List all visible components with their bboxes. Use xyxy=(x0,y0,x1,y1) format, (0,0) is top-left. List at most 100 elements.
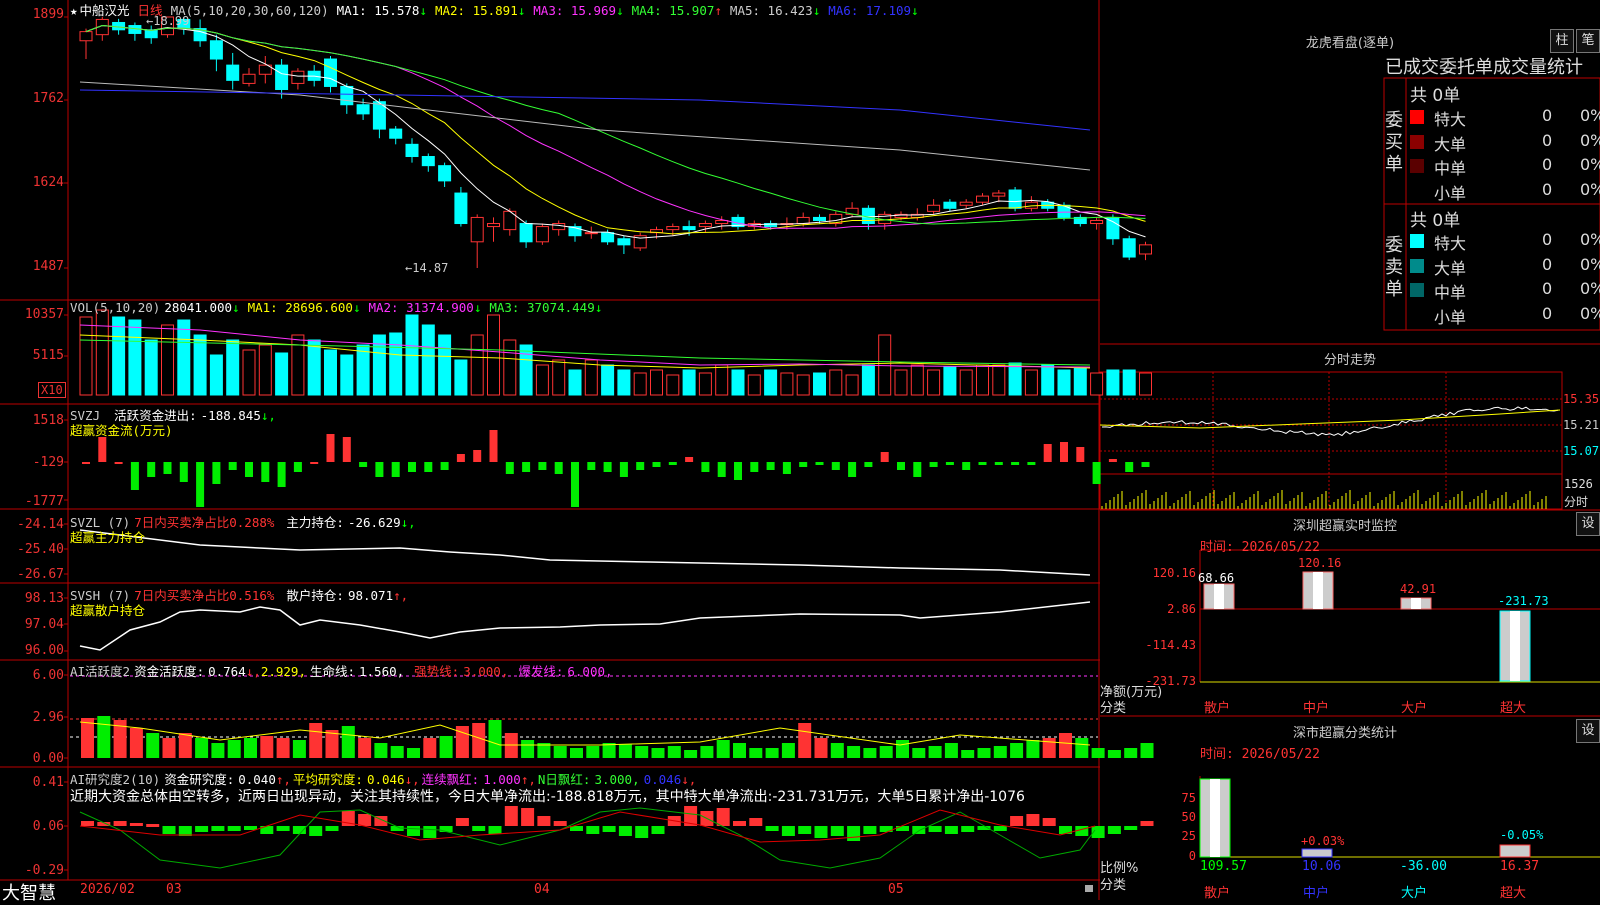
row-pct: 0% xyxy=(1580,255,1600,274)
svzj-bar xyxy=(131,462,139,490)
pen-mode-button[interactable]: 笔 xyxy=(1576,29,1600,53)
vol-unit-badge[interactable]: X10 xyxy=(38,382,66,398)
buy-label: 委买单 xyxy=(1385,110,1405,176)
ai-research-v5: 0.046 xyxy=(644,772,682,787)
svzj-y-label: 1518 xyxy=(2,413,64,428)
svzj-bar xyxy=(1093,462,1101,484)
svzj-bar xyxy=(457,454,465,462)
ma-line xyxy=(86,26,1146,239)
ai-active-bar xyxy=(782,743,795,758)
candle-body xyxy=(292,71,304,83)
svzj-bar xyxy=(473,450,481,462)
class-y-label: 0 xyxy=(1160,849,1196,863)
candle-body xyxy=(145,30,157,38)
candle-body xyxy=(341,86,353,104)
ai-research-bar xyxy=(945,826,958,834)
order-row-小单: 小单00% xyxy=(1410,304,1600,328)
row-pct: 0% xyxy=(1580,304,1600,323)
time-axis-label: 05 xyxy=(888,882,904,897)
volume-bar xyxy=(911,365,923,395)
class-value: 10.06 xyxy=(1302,859,1341,874)
svsh-item2: 散户持仓: xyxy=(286,588,344,603)
ma-arrow: ↓ xyxy=(419,3,427,18)
svzj-bar xyxy=(392,462,400,477)
class-pct-label: +0.03% xyxy=(1301,834,1344,848)
svzl-item1: 7日内买卖净占比 xyxy=(134,515,229,530)
bar-mode-button[interactable]: 柱 xyxy=(1550,29,1574,53)
lock-icon[interactable] xyxy=(1085,885,1093,892)
price-y-label: 1762 xyxy=(2,91,64,106)
candle-body xyxy=(977,196,989,202)
class-settings-button[interactable]: 设 xyxy=(1576,719,1600,743)
ma-arrow: ↓ xyxy=(911,3,919,18)
svzj-bar xyxy=(424,462,432,472)
candle-body xyxy=(406,144,418,156)
ma-value-5: MA5: 16.423 xyxy=(730,3,813,18)
monitor-settings-button[interactable]: 设 xyxy=(1576,512,1600,536)
class-value: 16.37 xyxy=(1500,859,1539,874)
volume-bar xyxy=(129,320,141,395)
volume-bar xyxy=(651,370,663,395)
class-y-label: 25 xyxy=(1160,829,1196,843)
svzj-bar xyxy=(995,462,1003,465)
row-name: 中单 xyxy=(1434,155,1466,179)
volume-bar xyxy=(879,335,891,395)
ai-active-bar xyxy=(929,746,942,758)
ai-active-bar xyxy=(1141,743,1154,758)
ai-research-bar xyxy=(146,824,159,827)
ai-research-bar xyxy=(423,826,436,838)
ai-active-bar xyxy=(570,748,583,758)
stock-name[interactable]: 中船汉光 xyxy=(80,3,130,18)
ai-active-bar xyxy=(260,736,273,758)
row-count: 0 xyxy=(1542,255,1552,274)
ma-value-4: MA4: 15.907 xyxy=(632,3,715,18)
candle-body xyxy=(80,32,92,41)
main-chart-canvas[interactable] xyxy=(0,0,1600,900)
ai-active-bar xyxy=(244,738,257,758)
monitor-title: 深圳超赢实时监控 xyxy=(1260,515,1430,534)
svsh-line xyxy=(80,602,1090,650)
svzj-bar xyxy=(115,462,123,464)
volume-bar xyxy=(618,370,630,395)
svzj-bar xyxy=(229,462,237,470)
candle-body xyxy=(422,157,434,166)
svzj-bar xyxy=(310,462,318,464)
volume-bar xyxy=(520,345,532,395)
ai-active-bar xyxy=(586,746,599,758)
ai-research-bar xyxy=(831,826,844,836)
monitor-y-label: 2.86 xyxy=(1130,602,1196,616)
ai-active-bar xyxy=(179,733,192,758)
candle-body xyxy=(276,65,288,89)
ai-research-bar xyxy=(211,826,224,831)
vol-ma-values: MA1: 28696.600↓ MA2: 31374.900↓ MA3: 37074… xyxy=(248,300,611,315)
ai-active-bar xyxy=(228,740,241,758)
ma-arrow: ↓ xyxy=(813,3,821,18)
svzj-bar xyxy=(506,462,514,474)
ai-research-bar xyxy=(81,821,94,826)
low-note: ←14.87 xyxy=(405,261,448,275)
svzj-bar xyxy=(930,462,938,467)
ai-research-bar xyxy=(912,826,925,834)
volume-bar xyxy=(210,355,222,395)
row-pct: 0% xyxy=(1580,279,1600,298)
candle-body xyxy=(699,224,711,227)
monitor-bar-label: 42.91 xyxy=(1400,582,1436,596)
volume-bar xyxy=(862,365,874,395)
svzj-bar xyxy=(98,437,106,462)
volume-bar xyxy=(1009,363,1021,395)
volume-bar xyxy=(977,365,989,395)
order-row-中单: 中单00% xyxy=(1410,155,1600,179)
order-row-小单: 小单00% xyxy=(1410,180,1600,204)
volume-bar xyxy=(243,350,255,395)
ma-value-2: MA2: 15.891 xyxy=(435,3,518,18)
ai-research-v2: 0.046 xyxy=(367,772,405,787)
ai-active-bar xyxy=(97,716,110,758)
ai-active-bar xyxy=(326,730,339,758)
svzj-bar xyxy=(604,462,612,472)
ma-line xyxy=(86,26,1146,225)
ai-active-bar xyxy=(847,746,860,758)
svzl-line xyxy=(80,530,1090,575)
class-time: 时间: 2026/05/22 xyxy=(1200,743,1320,762)
candle-body xyxy=(227,65,239,80)
volume-bar xyxy=(308,340,320,395)
